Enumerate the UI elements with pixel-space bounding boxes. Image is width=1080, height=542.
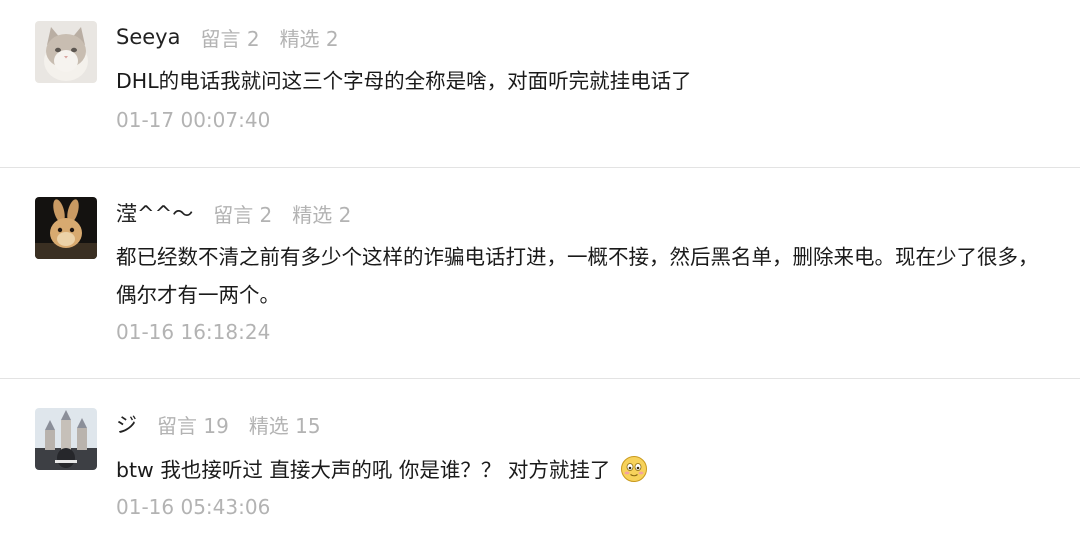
- comment-text: 都已经数不清之前有多少个这样的诈骗电话打进，一概不接，然后黑名单，删除来电。现在…: [116, 245, 1039, 307]
- comment-item: ジ 留言 19 精选 15 btw 我也接听过 直接大声的吼 你是谁？？ 对方就…: [0, 379, 1080, 542]
- comment-meta: 滢^^～ 留言 2 精选 2: [116, 198, 371, 228]
- user-avatar[interactable]: [35, 21, 97, 83]
- user-avatar[interactable]: [35, 197, 97, 259]
- featured-count: 精选 2: [279, 26, 339, 51]
- comment-timestamp: 01-17 00:07:40: [116, 108, 271, 132]
- comment-text-content: btw 我也接听过 直接大声的吼 你是谁？？ 对方就挂了: [116, 458, 611, 482]
- cat-avatar-icon: [35, 21, 97, 83]
- comment-text: btw 我也接听过 直接大声的吼 你是谁？？ 对方就挂了: [116, 451, 1051, 489]
- featured-count: 精选 2: [292, 202, 352, 227]
- message-count: 留言 2: [213, 202, 273, 227]
- comment-timestamp: 01-16 05:43:06: [116, 495, 271, 519]
- rabbit-avatar-icon: [35, 197, 97, 259]
- smiling-face-emoji-icon: [620, 455, 648, 483]
- comment-meta: ジ 留言 19 精选 15: [116, 409, 341, 439]
- featured-count: 精选 15: [248, 413, 321, 438]
- comment-item: 滢^^～ 留言 2 精选 2 都已经数不清之前有多少个这样的诈骗电话打进，一概不…: [0, 168, 1080, 378]
- username[interactable]: 滢^^～: [116, 198, 193, 228]
- message-count: 留言 19: [157, 413, 229, 438]
- username[interactable]: Seeya: [116, 25, 180, 49]
- comment-timestamp: 01-16 16:18:24: [116, 320, 271, 344]
- comment-text: DHL的电话我就问这三个字母的全称是啥，对面听完就挂电话了: [116, 69, 692, 93]
- username[interactable]: ジ: [116, 409, 137, 439]
- message-count: 留言 2: [200, 26, 260, 51]
- comment-item: Seeya 留言 2 精选 2 DHL的电话我就问这三个字母的全称是啥，对面听完…: [0, 0, 1080, 168]
- user-avatar[interactable]: [35, 408, 97, 470]
- comment-meta: Seeya 留言 2 精选 2: [116, 22, 359, 52]
- castle-avatar-icon: [35, 408, 97, 470]
